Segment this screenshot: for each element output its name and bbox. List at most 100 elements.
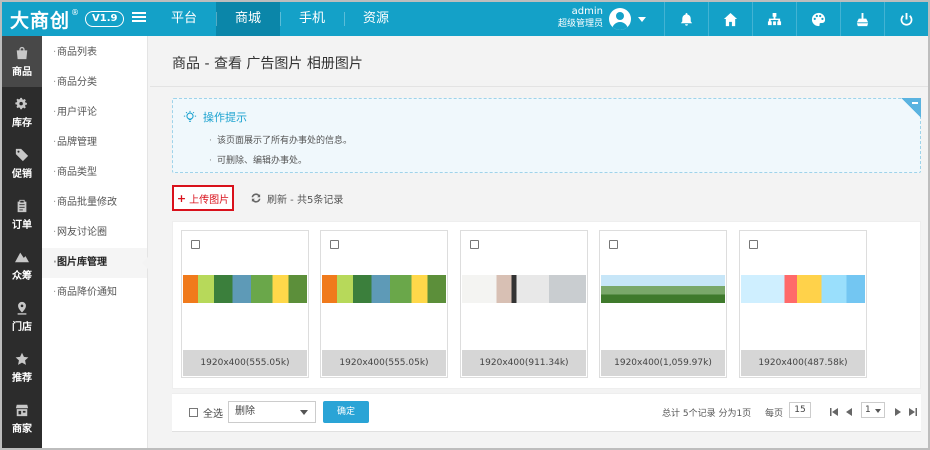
image-thumbnail[interactable] [183, 275, 307, 303]
refresh-button[interactable]: 刷新 - 共5条记录 [250, 191, 343, 206]
select-all-checkbox[interactable] [189, 408, 198, 417]
image-checkbox[interactable] [609, 240, 618, 249]
tips-panel: 操作提示 该页面展示了所有办事处的信息。 可删除、编辑办事处。 [172, 98, 921, 173]
mountain-icon [15, 252, 29, 262]
tips-item: 该页面展示了所有办事处的信息。 [209, 131, 352, 151]
upload-image-button[interactable]: + 上传图片 [172, 185, 234, 211]
user-info[interactable]: admin 超级管理员 [557, 6, 603, 30]
main-sidebar: 商品 库存 促销 订单 众筹 门店 推荐 商家 [2, 36, 42, 448]
sidebar-item-stock[interactable]: 库存 [2, 87, 42, 138]
last-page-icon[interactable] [908, 406, 918, 416]
submenu-item-image-library[interactable]: 图片库管理 [42, 248, 148, 278]
select-all-label[interactable]: 全选 [203, 405, 223, 420]
home-icon[interactable] [708, 2, 752, 36]
upload-button-label: 上传图片 [189, 194, 230, 206]
sidebar-item-label: 促销 [12, 168, 32, 180]
submenu-item-goods-type[interactable]: 商品类型 [42, 158, 147, 188]
top-nav-item-mall[interactable]: 商城 [216, 2, 281, 36]
image-caption: 1920x400(555.05k) [183, 350, 307, 376]
sidebar-item-label: 门店 [12, 321, 32, 333]
sidebar-item-merchants[interactable]: 商家 [2, 393, 42, 444]
plus-icon: + [176, 191, 187, 205]
registered-mark: ® [71, 7, 80, 17]
image-checkbox[interactable] [191, 240, 200, 249]
menu-toggle-icon[interactable] [132, 12, 146, 26]
sidebar-item-promotion[interactable]: 促销 [2, 138, 42, 189]
image-card[interactable]: 1920x400(555.05k) [181, 230, 309, 378]
main-content: 商品 - 查看 广告图片 相册图片 操作提示 该页面展示了所有办事处的信息。 可… [150, 36, 928, 448]
submenu-item-brand-management[interactable]: 品牌管理 [42, 128, 147, 158]
image-caption: 1920x400(487.58k) [741, 350, 865, 376]
image-checkbox[interactable] [330, 240, 339, 249]
top-icon-bar [664, 2, 928, 36]
map-pin-icon [17, 301, 27, 315]
tips-title: 操作提示 [203, 111, 247, 124]
bottom-divider [172, 431, 921, 432]
top-nav-item-mobile[interactable]: 手机 [280, 2, 344, 36]
top-nav: 平台 商城 手机 资源 [152, 2, 408, 36]
image-caption: 1920x400(555.05k) [322, 350, 446, 376]
submenu-item-discussion[interactable]: 网友讨论圈 [42, 218, 147, 248]
per-page-label: 每页 [765, 409, 784, 419]
broom-icon[interactable] [840, 2, 884, 36]
list-footer: 全选 删除 确定 总计 5个记录 分为1页 每页 15 1 [172, 393, 921, 431]
logo[interactable]: 大商创 ® V1.9 [10, 7, 125, 32]
clipboard-icon [17, 199, 27, 212]
version-badge: V1.9 [85, 11, 125, 27]
collapse-tips-icon[interactable] [901, 98, 921, 118]
sidebar-item-orders[interactable]: 订单 [2, 189, 42, 240]
confirm-button[interactable]: 确定 [323, 401, 369, 423]
image-thumbnail[interactable] [601, 275, 725, 303]
app-frame: 大商创 ® V1.9 平台 商城 手机 资源 admin 超级管理员 商品 库存… [0, 0, 930, 450]
image-thumbnail[interactable] [322, 275, 446, 303]
image-card[interactable]: 1920x400(487.58k) [739, 230, 867, 378]
image-checkbox[interactable] [749, 240, 758, 249]
tips-list: 该页面展示了所有办事处的信息。 可删除、编辑办事处。 [209, 131, 352, 171]
submenu-item-goods-category[interactable]: 商品分类 [42, 68, 147, 98]
chevron-down-icon[interactable] [638, 17, 646, 22]
sitemap-icon[interactable] [752, 2, 796, 36]
next-page-icon[interactable] [893, 406, 903, 416]
image-gallery: 1920x400(555.05k) 1920x400(555.05k) 1920… [172, 221, 921, 389]
submenu-item-user-comments[interactable]: 用户评论 [42, 98, 147, 128]
page-select[interactable]: 1 [861, 402, 885, 418]
page-title: 商品 - 查看 广告图片 相册图片 [172, 56, 363, 72]
submenu-item-goods-list[interactable]: 商品列表 [42, 38, 147, 68]
sub-menu: 商品列表 商品分类 用户评论 品牌管理 商品类型 商品批量修改 网友讨论圈 图片… [42, 36, 148, 448]
image-card[interactable]: 1920x400(555.05k) [320, 230, 448, 378]
sidebar-item-label: 众筹 [12, 270, 32, 282]
logo-text: 大商创 [10, 9, 71, 32]
sidebar-item-crowdfunding[interactable]: 众筹 [2, 240, 42, 291]
refresh-icon [251, 193, 261, 203]
toolbar: + 上传图片 刷新 - 共5条记录 [172, 185, 343, 211]
top-nav-item-platform[interactable]: 平台 [152, 2, 216, 36]
tips-header: 操作提示 [183, 109, 247, 125]
submenu-item-price-drop[interactable]: 商品降价通知 [42, 278, 147, 308]
sidebar-item-stores[interactable]: 门店 [2, 291, 42, 342]
prev-page-icon[interactable] [844, 406, 854, 416]
image-thumbnail[interactable] [741, 275, 865, 303]
bell-icon[interactable] [664, 2, 708, 36]
palette-icon[interactable] [796, 2, 840, 36]
sidebar-item-goods[interactable]: 商品 [2, 36, 42, 87]
image-caption: 1920x400(911.34k) [462, 350, 586, 376]
user-name: admin [571, 6, 603, 17]
top-nav-item-resources[interactable]: 资源 [344, 2, 408, 36]
per-page-input[interactable]: 15 [789, 402, 811, 418]
image-thumbnail[interactable] [462, 275, 586, 303]
star-icon [15, 352, 29, 365]
image-card[interactable]: 1920x400(911.34k) [460, 230, 588, 378]
cogs-icon [15, 97, 27, 109]
power-icon[interactable] [884, 2, 928, 36]
image-checkbox[interactable] [470, 240, 479, 249]
submenu-item-batch-edit[interactable]: 商品批量修改 [42, 188, 147, 218]
first-page-icon[interactable] [829, 406, 839, 416]
store-icon [15, 404, 29, 416]
batch-action-select[interactable]: 删除 [228, 401, 316, 423]
sidebar-item-label: 商家 [12, 423, 32, 435]
lightbulb-icon [183, 110, 197, 122]
image-card[interactable]: 1920x400(1,059.97k) [599, 230, 727, 378]
avatar[interactable] [609, 8, 631, 30]
image-caption: 1920x400(1,059.97k) [601, 350, 725, 376]
sidebar-item-recommend[interactable]: 推荐 [2, 342, 42, 393]
